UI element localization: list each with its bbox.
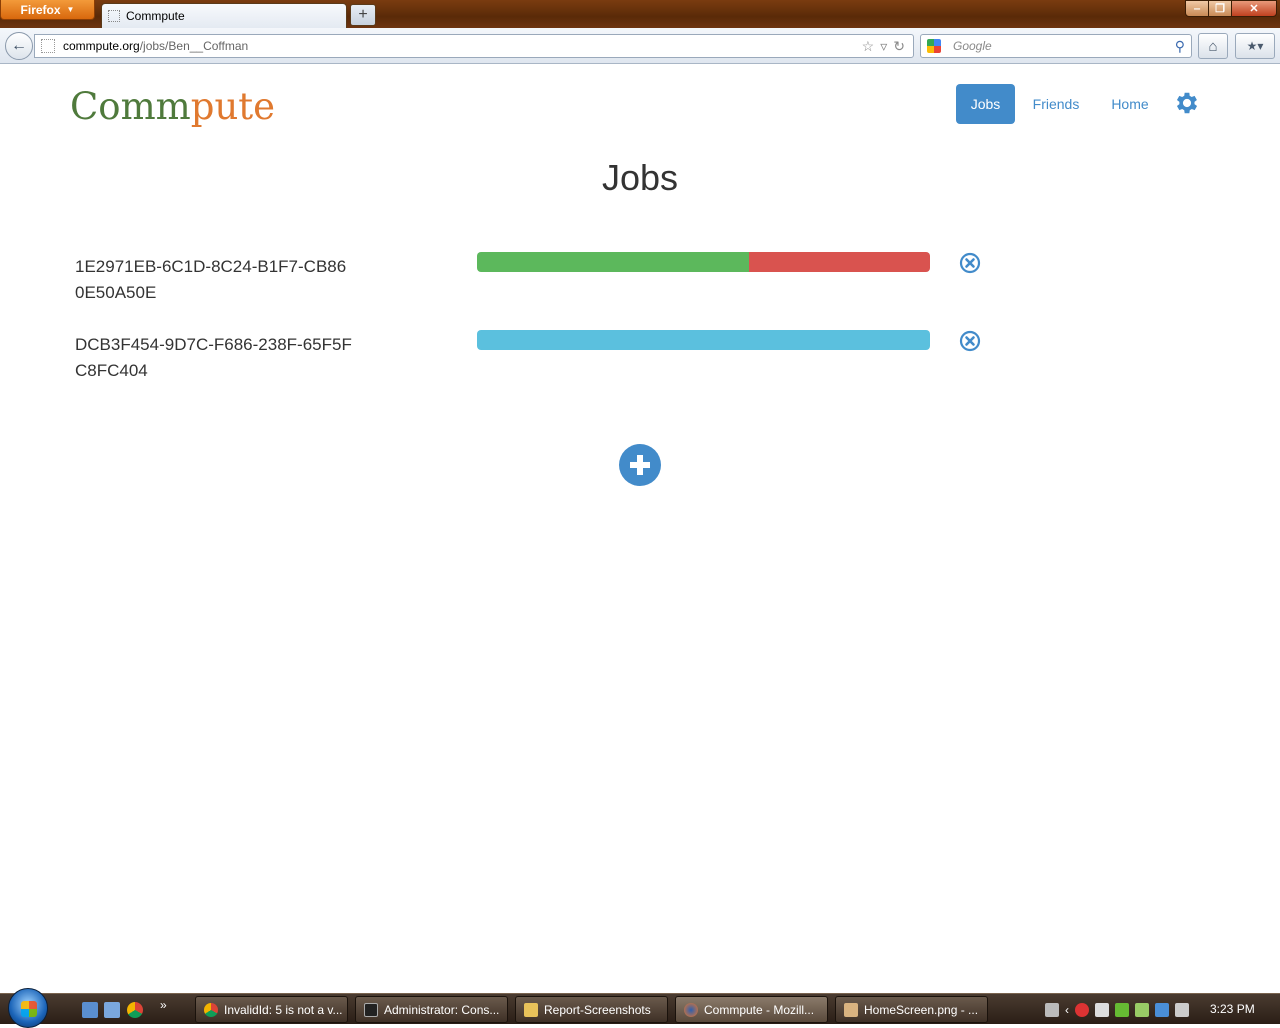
firefox-menu-label: Firefox xyxy=(20,2,61,17)
history-dropdown-icon[interactable]: ▿ xyxy=(880,38,887,55)
gear-icon xyxy=(1176,92,1198,114)
start-button[interactable] xyxy=(8,988,48,1028)
network-icon[interactable] xyxy=(1155,1002,1169,1017)
switch-windows-icon[interactable] xyxy=(104,1002,120,1018)
console-icon xyxy=(364,1002,378,1017)
taskbar-item-label: Report-Screenshots xyxy=(544,1002,651,1017)
nav-jobs-link[interactable]: Jobs xyxy=(956,84,1015,124)
page-content: Commpute Jobs Friends Home Jobs 1E2971EB… xyxy=(0,65,1280,993)
volume-icon[interactable] xyxy=(1175,1002,1189,1017)
close-window-button[interactable]: ✕ xyxy=(1231,0,1277,17)
minimize-icon: ‒ xyxy=(1193,2,1201,15)
remove-circle-icon xyxy=(959,330,981,352)
browser-tab[interactable]: Commpute xyxy=(101,3,347,28)
taskbar-item-label: Administrator: Cons... xyxy=(384,1002,500,1017)
firefox-icon xyxy=(684,1002,698,1017)
reload-icon[interactable]: ↻ xyxy=(893,38,905,55)
keyboard-icon[interactable] xyxy=(1045,1002,1059,1017)
plus-icon: + xyxy=(358,6,368,23)
taskbar-item[interactable]: Report-Screenshots xyxy=(515,996,668,1023)
logo-part-1: Comm xyxy=(70,85,191,128)
browser-title-bar: Firefox ▼ Commpute + ‒ ❐ ✕ xyxy=(0,0,1280,28)
system-tray: ‹ xyxy=(1045,998,1189,1021)
url-host: commpute.org xyxy=(63,39,140,53)
show-desktop-icon[interactable] xyxy=(82,1002,98,1018)
logo-part-2: pute xyxy=(190,85,276,128)
search-bar[interactable]: Google ⚲ xyxy=(920,34,1192,58)
remove-job-button[interactable] xyxy=(959,252,981,274)
job-id: 1E2971EB-6C1D-8C24-B1F7-CB860E50A50E xyxy=(75,257,347,302)
app-tray-icon[interactable] xyxy=(1095,1002,1109,1017)
settings-button[interactable] xyxy=(1173,89,1201,117)
bookmark-star-icon[interactable]: ☆ xyxy=(862,38,875,55)
windows-logo-icon xyxy=(21,1001,37,1017)
progress-info-segment xyxy=(477,330,930,350)
firefox-menu-button[interactable]: Firefox ▼ xyxy=(0,0,95,20)
taskbar-item[interactable]: Administrator: Cons... xyxy=(355,996,508,1023)
bookmarks-menu-button[interactable]: ★▾ xyxy=(1235,33,1275,59)
site-logo[interactable]: Commpute xyxy=(70,85,275,128)
site-identity-icon[interactable] xyxy=(41,39,55,53)
home-button[interactable]: ⌂ xyxy=(1198,33,1228,59)
chrome-quicklaunch-icon[interactable] xyxy=(127,1002,143,1018)
back-arrow-icon: ← xyxy=(11,37,27,54)
nav-home-link[interactable]: Home xyxy=(1100,84,1160,124)
taskbar-item-label: Commpute - Mozill... xyxy=(704,1002,815,1017)
url-path: /jobs/Ben__Coffman xyxy=(139,39,249,53)
security-alert-icon[interactable] xyxy=(1075,1002,1089,1017)
search-icon[interactable]: ⚲ xyxy=(1175,38,1185,55)
taskbar-clock[interactable]: 3:23 PM xyxy=(1210,1002,1255,1016)
taskbar-item[interactable]: InvalidId: 5 is not a v... xyxy=(195,996,348,1023)
plus-circle-icon xyxy=(619,444,661,486)
bookmarks-icon: ★▾ xyxy=(1246,39,1264,53)
job-progress-bar xyxy=(477,330,930,350)
back-button[interactable]: ← xyxy=(5,32,33,60)
close-icon: ✕ xyxy=(1249,3,1259,15)
page-title: Jobs xyxy=(601,157,679,198)
search-input[interactable]: Google xyxy=(953,39,1175,53)
job-id: DCB3F454-9D7C-F686-238F-65F5FC8FC404 xyxy=(75,335,352,380)
remove-job-button[interactable] xyxy=(959,330,981,352)
taskbar-item-label: HomeScreen.png - ... xyxy=(864,1002,979,1017)
job-progress-bar xyxy=(477,252,930,272)
taskbar-item[interactable]: HomeScreen.png - ... xyxy=(835,996,988,1023)
google-icon xyxy=(927,39,941,53)
remove-circle-icon xyxy=(959,252,981,274)
chrome-icon xyxy=(204,1002,218,1017)
quicklaunch-overflow-icon[interactable]: » xyxy=(160,998,167,1012)
os-taskbar: » InvalidId: 5 is not a v... Administrat… xyxy=(0,988,1280,1028)
chevron-down-icon: ▼ xyxy=(66,5,75,14)
home-icon: ⌂ xyxy=(1208,37,1218,55)
paint-icon xyxy=(844,1002,858,1017)
page-favicon-icon xyxy=(108,10,120,22)
restore-window-button[interactable]: ❐ xyxy=(1208,0,1232,17)
tray-expand-icon[interactable]: ‹ xyxy=(1065,1003,1069,1017)
signal-icon[interactable] xyxy=(1135,1002,1149,1017)
new-tab-button[interactable]: + xyxy=(350,4,376,26)
browser-navigation-bar: ← commpute.org/jobs/Ben__Coffman ☆ ▿ ↻ G… xyxy=(0,28,1280,64)
url-bar[interactable]: commpute.org/jobs/Ben__Coffman ☆ ▿ ↻ xyxy=(34,34,914,58)
taskbar-item-label: InvalidId: 5 is not a v... xyxy=(224,1002,343,1017)
progress-danger-segment xyxy=(748,252,930,272)
folder-icon xyxy=(524,1002,538,1017)
url-bar-actions: ☆ ▿ ↻ xyxy=(862,38,905,55)
taskbar-item[interactable]: Commpute - Mozill... xyxy=(675,996,828,1023)
nvidia-icon[interactable] xyxy=(1115,1002,1129,1017)
minimize-window-button[interactable]: ‒ xyxy=(1185,0,1209,17)
progress-success-segment xyxy=(477,252,749,272)
tab-title: Commpute xyxy=(126,9,185,23)
add-job-button[interactable] xyxy=(619,444,661,486)
restore-icon: ❐ xyxy=(1215,3,1225,15)
nav-friends-link[interactable]: Friends xyxy=(1022,84,1090,124)
search-engine-selector[interactable] xyxy=(921,35,947,57)
